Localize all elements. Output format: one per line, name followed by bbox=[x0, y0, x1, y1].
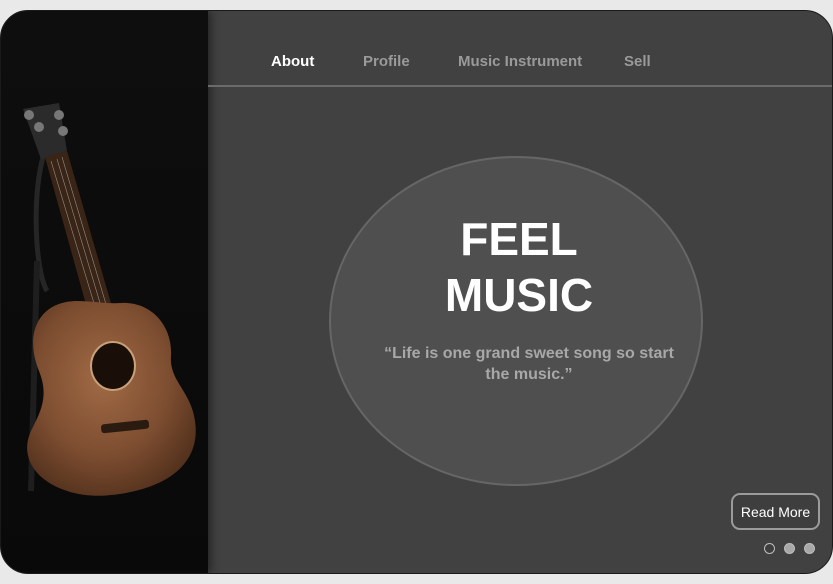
hero-title: FEEL MUSIC bbox=[329, 211, 709, 323]
carousel-dot-2[interactable] bbox=[784, 543, 795, 554]
carousel-dot-3[interactable] bbox=[804, 543, 815, 554]
hero-quote: “Life is one grand sweet song so start t… bbox=[384, 345, 674, 383]
guitar-image-panel bbox=[1, 11, 208, 573]
app-frame: About Profile Music Instrument Sell FEEL… bbox=[0, 10, 833, 574]
nav-about[interactable]: About bbox=[271, 53, 314, 70]
nav-music-instrument[interactable]: Music Instrument bbox=[458, 53, 582, 70]
nav-sell[interactable]: Sell bbox=[624, 53, 651, 70]
read-more-button[interactable]: Read More bbox=[731, 493, 820, 530]
nav-profile[interactable]: Profile bbox=[363, 53, 410, 70]
guitar-image bbox=[23, 103, 196, 496]
carousel-dot-1[interactable] bbox=[764, 543, 775, 554]
hero-title-line1: FEEL bbox=[460, 213, 578, 265]
hero-title-line2: MUSIC bbox=[444, 269, 594, 321]
top-navigation: About Profile Music Instrument Sell bbox=[208, 11, 832, 87]
carousel-indicators bbox=[764, 543, 815, 554]
